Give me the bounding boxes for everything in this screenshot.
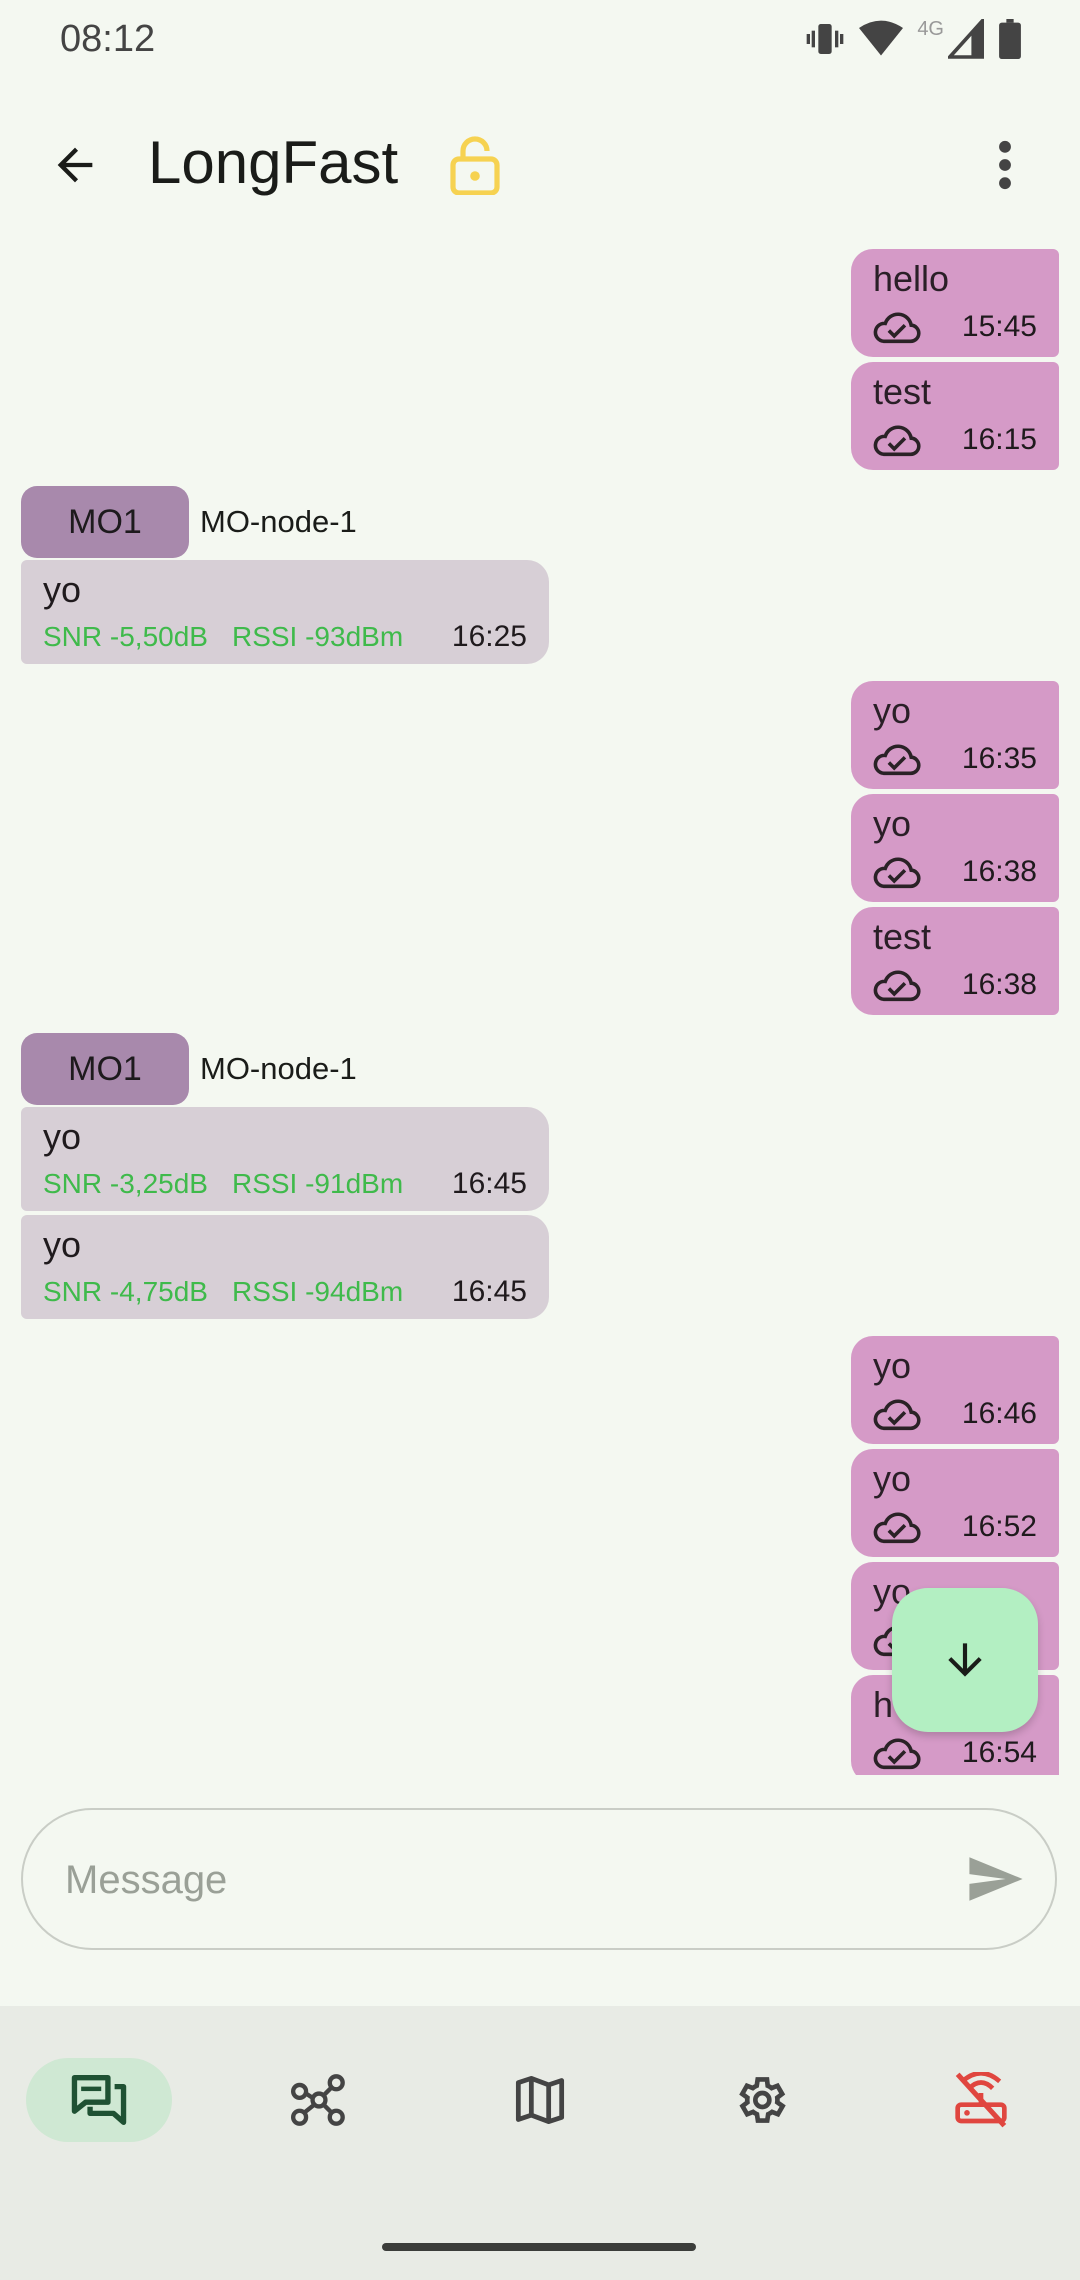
cloud-done-icon <box>873 1512 921 1544</box>
snr-value: SNR -3,25dB <box>43 1168 208 1199</box>
message-text: yo <box>873 1458 912 1499</box>
status-icons: 4G <box>805 15 1022 64</box>
message-time: 16:52 <box>961 1510 1037 1543</box>
message-text: test <box>873 916 932 957</box>
outgoing-message[interactable]: yo 16:38 <box>851 794 1059 902</box>
nav-settings[interactable] <box>687 2058 833 2142</box>
cloud-done-icon <box>873 857 921 889</box>
outgoing-message[interactable]: yo 16:52 <box>851 1449 1059 1557</box>
battery-icon <box>998 18 1022 64</box>
wifi-icon <box>859 19 904 64</box>
rssi-value: RSSI -94dBm <box>231 1276 404 1307</box>
outgoing-message[interactable]: yo 16:46 <box>851 1336 1059 1444</box>
message-time: 16:45 <box>451 1275 527 1308</box>
incoming-message[interactable]: yo SNR -5,50dB RSSI -93dBm 16:25 <box>21 560 549 664</box>
message-text: yo <box>43 1224 82 1265</box>
sender-avatar-chip[interactable]: MO1 <box>21 486 189 558</box>
sender-name: MO-node-1 <box>200 504 357 539</box>
nav-map[interactable] <box>467 2058 613 2142</box>
outgoing-message[interactable]: test 16:38 <box>851 907 1059 1015</box>
scroll-to-bottom-button[interactable] <box>892 1588 1038 1732</box>
message-time: 16:35 <box>961 742 1037 775</box>
cloud-done-icon <box>873 1738 921 1770</box>
snr-value: SNR -4,75dB <box>43 1276 208 1307</box>
rssi-value: RSSI -93dBm <box>231 621 404 652</box>
encryption-lock-button[interactable] <box>440 130 510 200</box>
outgoing-message[interactable]: test 16:15 <box>851 362 1059 470</box>
cloud-done-icon <box>873 312 921 344</box>
message-time: 16:25 <box>451 620 527 653</box>
more-vert-icon <box>999 140 1011 190</box>
outgoing-message[interactable]: hello 15:45 <box>851 249 1059 357</box>
arrow-back-icon <box>57 147 93 183</box>
channel-title: LongFast <box>148 129 399 196</box>
rssi-value: RSSI -91dBm <box>231 1168 404 1199</box>
sender-name: MO-node-1 <box>200 1051 357 1086</box>
cloud-done-icon <box>873 970 921 1002</box>
snr-value: SNR -5,50dB <box>43 621 208 652</box>
more-options-button[interactable] <box>970 130 1040 200</box>
send-button[interactable] <box>961 1844 1031 1914</box>
incoming-message[interactable]: yo SNR -4,75dB RSSI -94dBm 16:45 <box>21 1215 549 1319</box>
send-icon <box>969 1857 1023 1901</box>
nav-messages[interactable] <box>26 2058 172 2142</box>
vibrate-icon <box>805 19 845 64</box>
map-icon <box>515 2075 565 2125</box>
nodes-icon <box>291 2074 345 2126</box>
message-time: 16:46 <box>961 1397 1037 1430</box>
message-text: test <box>873 371 932 412</box>
cloud-done-icon <box>873 425 921 457</box>
nav-connection[interactable] <box>908 2058 1054 2142</box>
message-time: 16:45 <box>451 1167 527 1200</box>
message-time: 16:54 <box>961 1736 1037 1769</box>
message-text: yo <box>43 1116 82 1157</box>
lock-open-icon <box>450 136 500 195</box>
cloud-done-icon <box>873 1399 921 1431</box>
message-time: 16:15 <box>961 423 1037 456</box>
sender-avatar-chip[interactable]: MO1 <box>21 1033 189 1105</box>
message-text: yo <box>43 569 82 610</box>
message-time: 16:38 <box>961 855 1037 888</box>
message-text: yo <box>873 803 912 844</box>
message-input[interactable] <box>63 1810 947 1950</box>
bottom-navigation <box>0 2006 1080 2280</box>
gear-icon <box>739 2077 786 2123</box>
network-type-label: 4G <box>917 18 944 40</box>
back-button[interactable] <box>40 130 110 200</box>
outgoing-message[interactable]: yo 16:35 <box>851 681 1059 789</box>
message-list[interactable]: hello 15:45 test 16:15 MO1 MO-node-1 yo … <box>0 240 1080 1775</box>
message-text: yo <box>873 690 912 731</box>
message-time: 15:45 <box>961 310 1037 343</box>
incoming-message[interactable]: yo SNR -3,25dB RSSI -91dBm 16:45 <box>21 1107 549 1211</box>
signal-icon <box>945 15 984 64</box>
cloud-done-icon <box>873 744 921 776</box>
message-time: 16:38 <box>961 968 1037 1001</box>
message-text: hello <box>873 258 950 299</box>
status-time: 08:12 <box>60 18 156 60</box>
chat-icon <box>71 2075 127 2125</box>
router-disconnected-icon <box>955 2072 1007 2128</box>
message-text: yo <box>873 1345 912 1386</box>
arrow-down-icon <box>948 1643 982 1677</box>
home-indicator[interactable] <box>382 2243 696 2251</box>
nav-nodes[interactable] <box>246 2058 392 2142</box>
message-composer <box>21 1808 1057 1950</box>
